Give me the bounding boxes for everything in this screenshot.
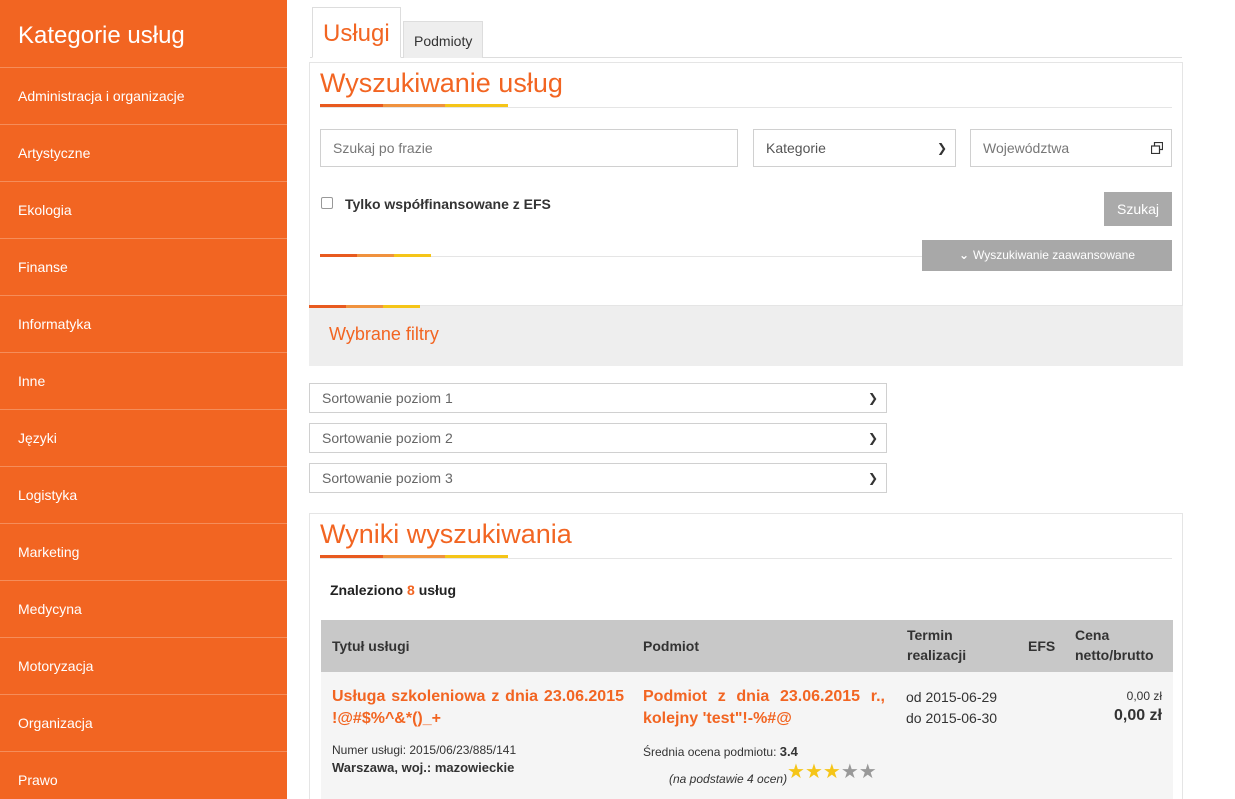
accent-bar [320,254,431,257]
chevron-down-icon: ❯ [867,391,878,405]
date-to: do 2015-06-30 [906,710,998,726]
chevron-down-icon: ❯ [867,471,878,485]
sidebar: Kategorie usług Administracja i organiza… [0,0,287,799]
popup-window-icon [1151,142,1163,154]
sidebar-item-inne[interactable]: Inne [0,353,287,410]
sort-level-3-value: Sortowanie poziom 3 [322,470,453,486]
sort-level-2-select[interactable]: Sortowanie poziom 2 ❯ [309,423,887,453]
column-price[interactable]: Cena netto/brutto [1075,625,1154,665]
tab-bar: Usługi Podmioty [310,7,1182,58]
service-number: Numer usługi: 2015/06/23/885/141 [332,743,516,757]
rating-stars: ★★★★★ [787,759,877,784]
entity-rating-basis: (na podstawie 4 ocen) [669,772,788,786]
service-number-label: Numer usługi: [332,743,407,757]
star-empty-icon: ★ [858,761,877,783]
price-gross: 0,00 zł [1113,707,1162,724]
column-title[interactable]: Tytuł usługi [332,636,410,656]
category-select[interactable]: Kategorie ❯ [753,129,956,167]
results-count: Znaleziono 8 usług [330,582,456,598]
star-empty-icon: ★ [840,761,859,783]
entity-rating: Średnia ocena podmiotu: 3.4 [643,744,798,759]
sidebar-item-artystyczne[interactable]: Artystyczne [0,125,287,182]
star-filled-icon: ★ [787,761,805,783]
sidebar-item-języki[interactable]: Języki [0,410,287,467]
column-efs[interactable]: EFS [1028,636,1055,656]
results-table-header: Tytuł usługi Podmiot Termin realizacji E… [321,620,1173,672]
chevron-down-icon: ❯ [867,431,878,445]
sidebar-item-medycyna[interactable]: Medycyna [0,581,287,638]
sidebar-title: Kategorie usług [0,0,287,68]
table-row: Usługa szkoleniowa z dnia 23.06.2015 !@#… [321,672,1173,799]
sidebar-item-marketing[interactable]: Marketing [0,524,287,581]
star-filled-icon: ★ [822,761,841,783]
sidebar-item-ekologia[interactable]: Ekologia [0,182,287,239]
column-price-line2: netto/brutto [1075,647,1154,663]
accent-bar [309,305,420,308]
tab-services[interactable]: Usługi [312,7,401,58]
column-term-line1: Termin [907,627,953,643]
search-button[interactable]: Szukaj [1104,192,1172,226]
tab-entities[interactable]: Podmioty [403,21,484,58]
advanced-search-label: Wyszukiwanie zaawansowane [973,248,1136,262]
sidebar-item-logistyka[interactable]: Logistyka [0,467,287,524]
chevron-down-icon: ⌄ [958,248,970,262]
divider [320,107,1172,108]
entity-rating-value: 3.4 [779,744,798,759]
results-count-number: 8 [407,582,415,598]
results-count-suffix: usług [418,582,457,598]
sort-level-1-select[interactable]: Sortowanie poziom 1 ❯ [309,383,887,413]
sidebar-item-prawo[interactable]: Prawo [0,752,287,799]
entity-link[interactable]: Podmiot z dnia 23.06.2015 r., kolejny 't… [643,686,885,730]
column-term-line2: realizacji [907,647,967,663]
voivodeship-placeholder: Województwa [983,140,1070,156]
accent-bar [320,555,509,558]
search-title: Wyszukiwanie usług [320,68,563,98]
selected-filters-panel: Wybrane filtry [309,305,1183,366]
voivodeship-input[interactable]: Województwa [970,129,1172,167]
sidebar-item-motoryzacja[interactable]: Motoryzacja [0,638,287,695]
search-panel: Wyszukiwanie usług Szukaj po frazie Kate… [309,62,1183,306]
chevron-down-icon: ❯ [936,141,947,155]
accent-bar [320,104,509,107]
category-select-value: Kategorie [766,140,826,156]
service-title-link[interactable]: Usługa szkoleniowa z dnia 23.06.2015 !@#… [332,686,624,730]
advanced-search-button[interactable]: ⌄ Wyszukiwanie zaawansowane [922,240,1172,271]
sidebar-items: Administracja i organizacje Artystyczne Ek… [0,68,287,799]
column-entity[interactable]: Podmiot [643,636,699,656]
results-panel: Wyniki wyszukiwania Znaleziono 8 usług T… [309,513,1183,799]
sidebar-item-finanse[interactable]: Finanse [0,239,287,296]
sidebar-item-organizacja[interactable]: Organizacja [0,695,287,752]
service-number-value: 2015/06/23/885/141 [409,743,517,757]
date-from: od 2015-06-29 [906,689,998,705]
sort-level-1-value: Sortowanie poziom 1 [322,390,453,406]
selected-filters-title: Wybrane filtry [329,324,439,344]
phrase-search-input[interactable]: Szukaj po frazie [320,129,738,167]
efs-checkbox[interactable] [321,197,333,209]
price-net: 0,00 zł [1126,689,1162,703]
service-location: Warszawa, woj.: mazowieckie [332,760,515,775]
column-term[interactable]: Termin realizacji [907,625,966,665]
efs-checkbox-label: Tylko współfinansowane z EFS [345,196,551,212]
sort-level-2-value: Sortowanie poziom 2 [322,430,453,446]
sidebar-item-informatyka[interactable]: Informatyka [0,296,287,353]
column-price-line1: Cena [1075,627,1110,643]
sidebar-item-administracja-i-organizacje[interactable]: Administracja i organizacje [0,68,287,125]
sort-level-3-select[interactable]: Sortowanie poziom 3 ❯ [309,463,887,493]
star-filled-icon: ★ [804,761,823,783]
results-title: Wyniki wyszukiwania [320,519,572,549]
divider [320,558,1172,559]
results-count-prefix: Znaleziono [330,582,404,598]
entity-rating-label: Średnia ocena podmiotu: [643,745,777,759]
